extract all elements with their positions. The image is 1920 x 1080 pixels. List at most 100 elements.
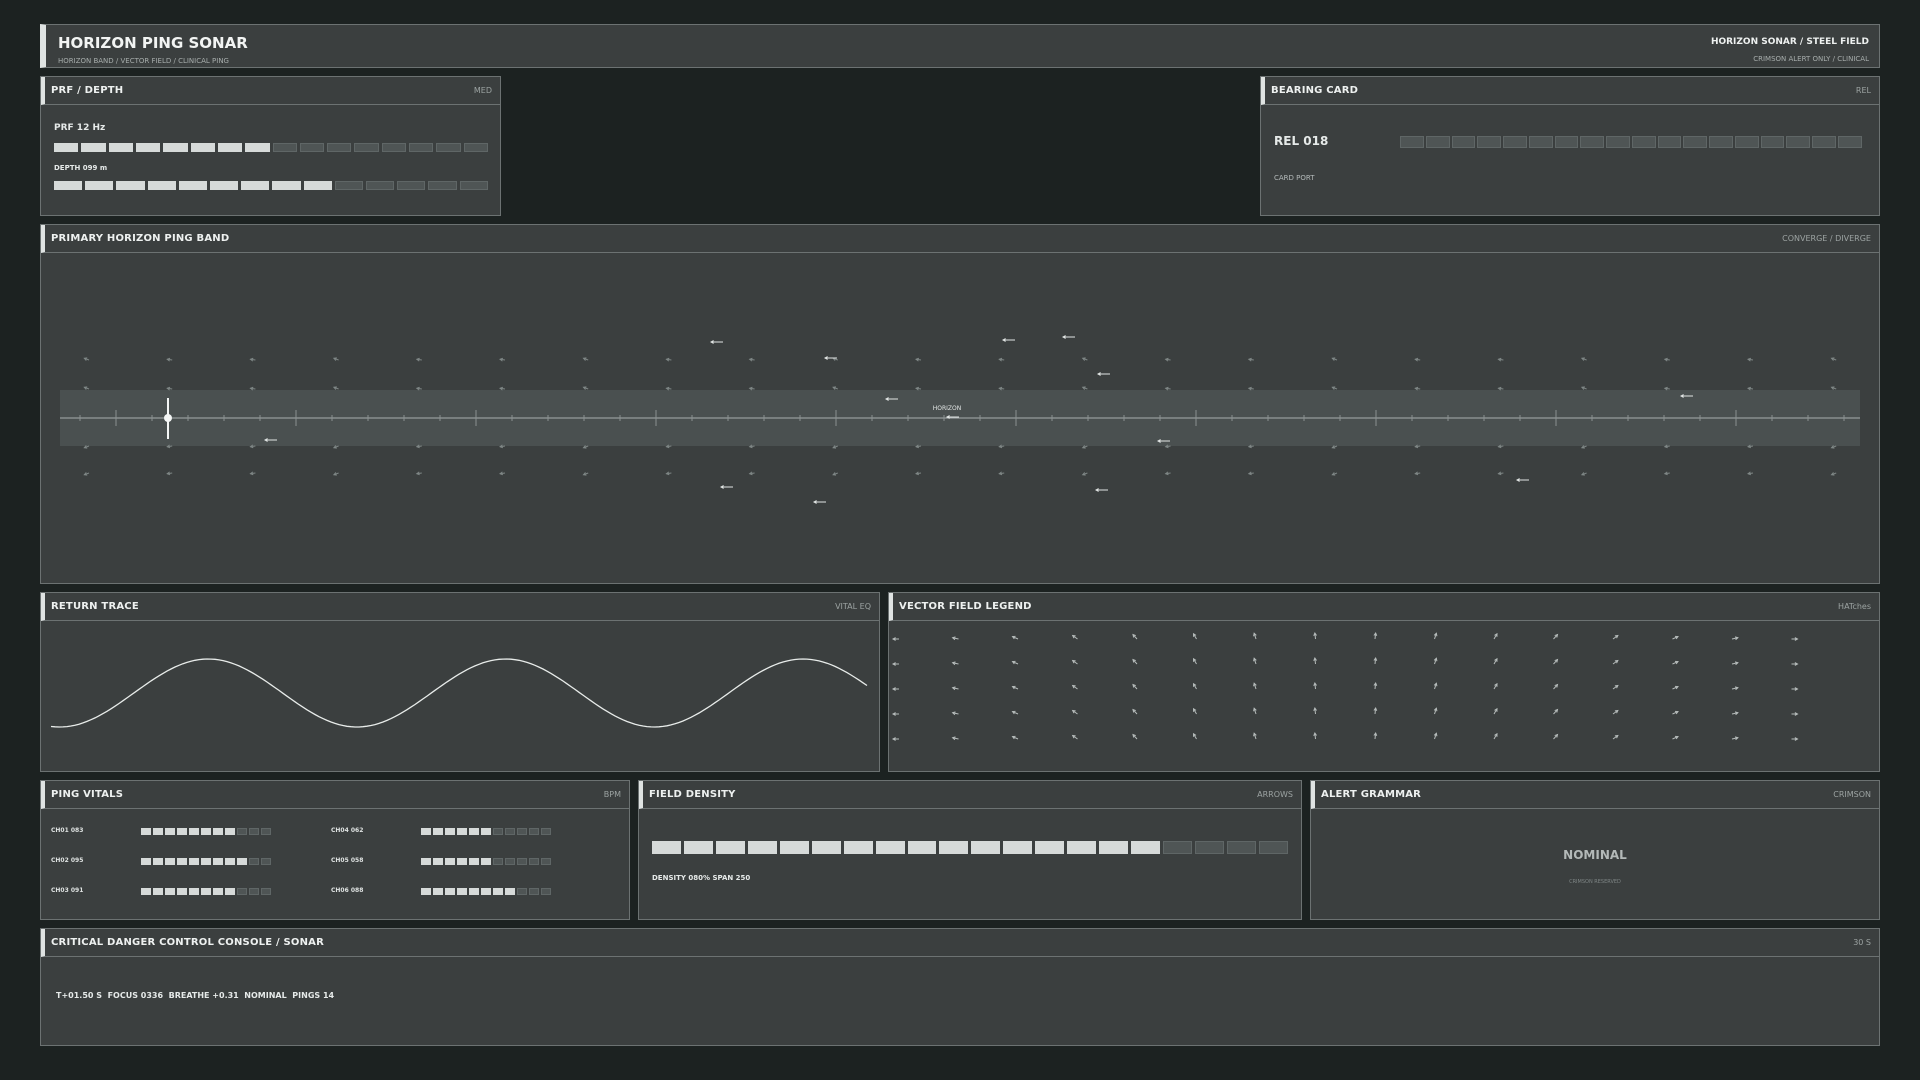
vital-segment <box>225 828 235 835</box>
level-segment <box>1477 136 1502 148</box>
field-arrow <box>83 357 90 361</box>
field-arrow <box>998 357 1005 362</box>
vital-segment <box>213 858 223 865</box>
level-segment <box>939 841 969 854</box>
legend-arrow <box>1553 658 1559 665</box>
vital-segment <box>153 828 163 835</box>
vital-segment <box>153 888 163 895</box>
vital-channel-label: CH03 091 <box>51 887 84 894</box>
legend-arrow <box>1071 684 1078 690</box>
legend-arrow <box>1132 683 1138 690</box>
return-trace-plot <box>50 658 868 728</box>
legend-arrow <box>1253 707 1257 715</box>
vital-segment <box>481 858 491 865</box>
level-segment <box>381 143 407 152</box>
legend-arrow <box>1433 707 1438 715</box>
ping-arrow <box>1061 335 1075 339</box>
vitals-title: PING VITALS <box>51 789 124 800</box>
field-arrow <box>1247 386 1254 391</box>
legend-arrow <box>891 712 899 716</box>
legend-arrow <box>1731 736 1739 741</box>
bearing-header: BEARING CARD REL <box>1261 77 1879 105</box>
field-arrow <box>748 386 755 391</box>
level-segment <box>1838 136 1862 148</box>
vital-channel-label: CH01 083 <box>51 827 84 834</box>
vital-segment <box>141 828 151 835</box>
legend-arrow <box>1553 633 1559 640</box>
level-segment <box>1194 841 1224 854</box>
field-arrow <box>249 386 256 391</box>
alert-header: ALERT GRAMMAR CRIMSON <box>1311 781 1879 809</box>
legend-arrow <box>1313 631 1317 640</box>
field-arrow <box>1663 386 1670 391</box>
legend-arrow <box>1132 658 1138 665</box>
legend-arrow <box>1373 731 1378 740</box>
vital-segment <box>237 888 247 895</box>
vital-segment <box>249 828 259 835</box>
vital-channel-label: CH02 095 <box>51 857 84 864</box>
field-arrow <box>998 386 1005 391</box>
level-segment <box>245 143 270 152</box>
field-arrow <box>665 357 672 362</box>
legend-arrow <box>1071 709 1078 715</box>
bearing-segment-bar <box>1400 136 1862 148</box>
legend-arrow <box>1192 707 1197 715</box>
field-arrow <box>1081 472 1088 476</box>
prf-depth-tag: MED <box>473 86 492 95</box>
legend-arrow <box>1612 709 1619 715</box>
vital-channel-label: CH04 062 <box>331 827 364 834</box>
level-segment <box>459 181 488 190</box>
ping-arrow <box>812 500 826 504</box>
level-segment <box>747 841 777 854</box>
legend-arrow <box>1731 711 1739 716</box>
vital-segment <box>493 828 503 835</box>
level-segment <box>327 143 352 152</box>
vital-segment <box>517 828 527 835</box>
vital-segment <box>225 858 235 865</box>
vital-channel-bar <box>141 888 271 895</box>
legend-arrow <box>951 736 959 741</box>
legend-arrow <box>891 737 899 741</box>
density-tag: ARROWS <box>1257 790 1293 799</box>
legend-arrow <box>1433 632 1438 640</box>
vital-channel-bar <box>421 828 551 835</box>
vital-segment <box>177 858 187 865</box>
prf-label: PRF 12 Hz <box>54 123 106 133</box>
level-segment <box>1035 841 1065 854</box>
ping-arrow <box>719 485 733 489</box>
level-segment <box>190 143 215 152</box>
vital-segment <box>481 888 491 895</box>
ping-band-tag: CONVERGE / DIVERGE <box>1782 234 1871 243</box>
field-arrow <box>1663 471 1670 476</box>
field-arrow <box>1497 471 1504 476</box>
field-arrow <box>665 471 672 476</box>
level-segment <box>1451 136 1476 148</box>
level-segment <box>907 841 937 854</box>
vital-segment <box>177 828 187 835</box>
vital-segment <box>141 888 151 895</box>
field-arrow <box>665 386 672 391</box>
field-arrow <box>915 357 922 362</box>
vital-segment <box>213 888 223 895</box>
header-bar: HORIZON PING SONAR HORIZON BAND / VECTOR… <box>40 24 1880 68</box>
vital-segment <box>493 858 503 865</box>
field-arrow <box>1247 357 1254 362</box>
level-segment <box>217 143 243 152</box>
level-segment <box>1631 136 1656 148</box>
legend-arrow <box>1373 681 1378 690</box>
field-arrow <box>1164 386 1171 391</box>
field-arrow <box>415 471 422 476</box>
level-segment <box>116 181 145 190</box>
field-arrow <box>1331 472 1338 476</box>
level-segment <box>241 181 270 190</box>
level-segment <box>436 143 461 152</box>
level-segment <box>163 143 188 152</box>
field-arrow <box>1747 471 1754 476</box>
legend-arrow <box>1791 712 1799 716</box>
vital-segment <box>481 828 491 835</box>
field-arrow <box>1247 471 1254 476</box>
bearing-title: BEARING CARD <box>1271 85 1359 96</box>
vital-segment <box>445 888 455 895</box>
field-arrow <box>915 471 922 476</box>
level-segment <box>272 181 301 190</box>
